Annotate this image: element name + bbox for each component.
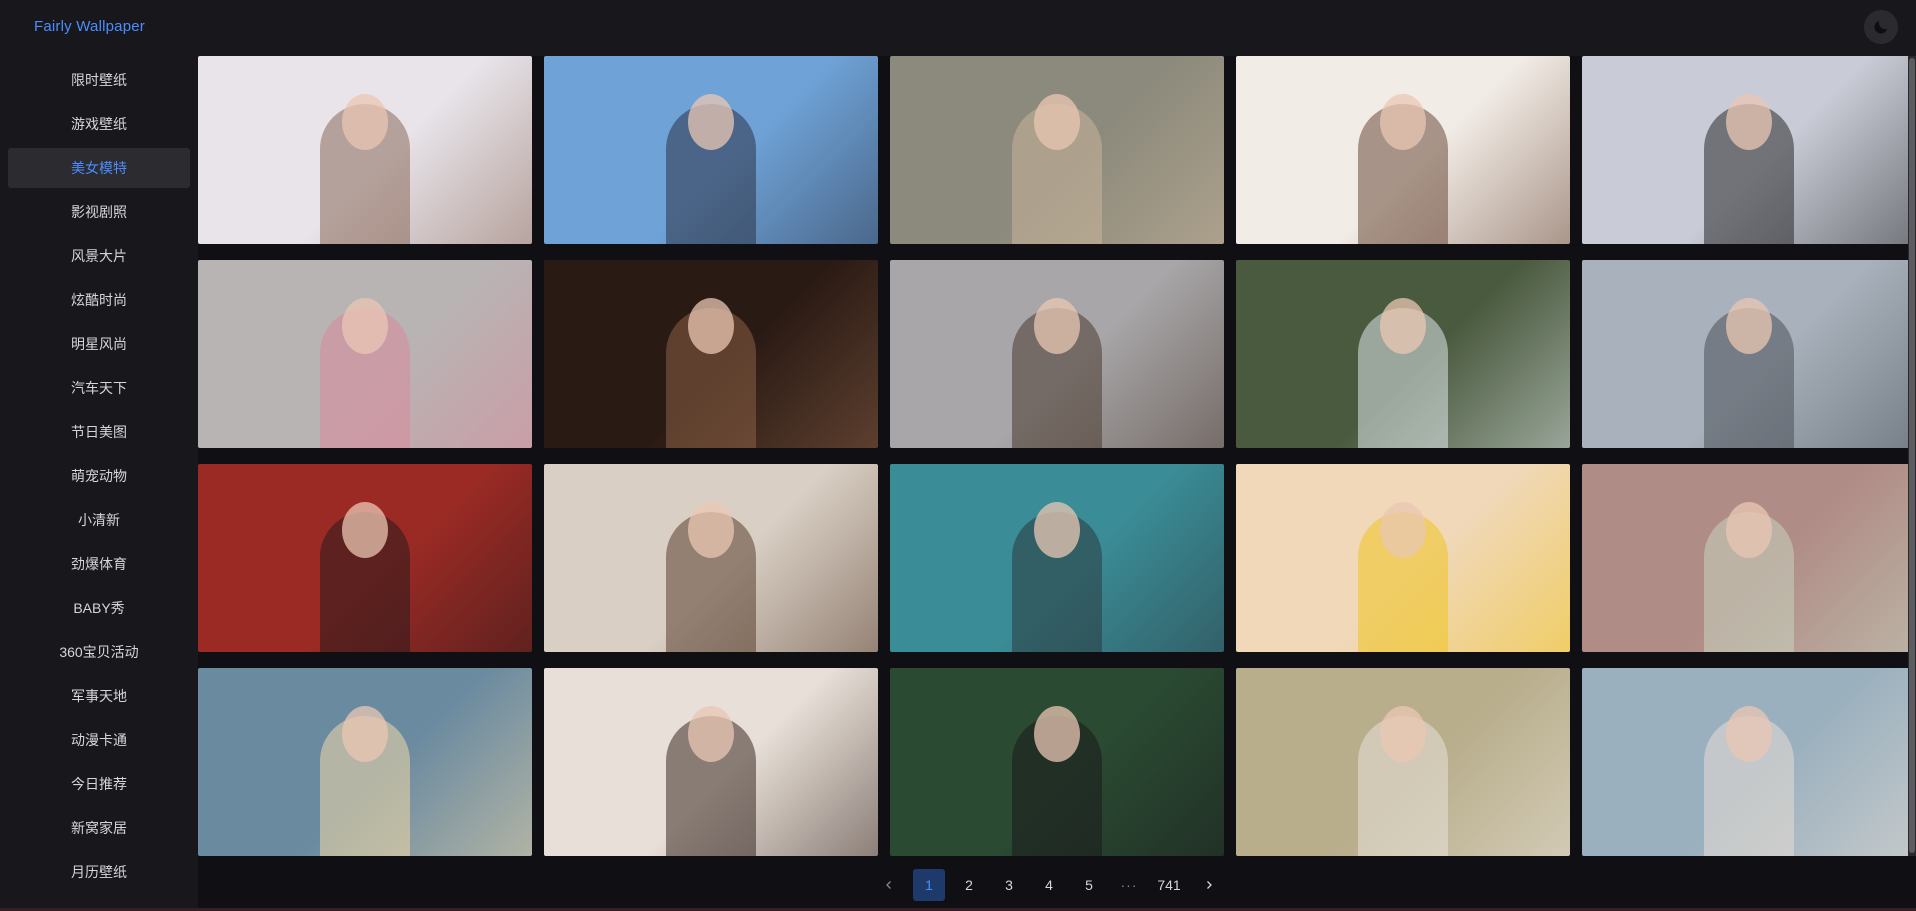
sidebar-item-label: 军事天地 xyxy=(71,688,127,704)
thumbnail-face xyxy=(1380,298,1426,354)
wallpaper-thumbnail[interactable] xyxy=(1582,464,1916,652)
sidebar-item-label: 游戏壁纸 xyxy=(71,116,127,132)
wallpaper-thumbnail[interactable] xyxy=(198,464,532,652)
thumbnail-face xyxy=(1034,298,1080,354)
sidebar-item-calendar[interactable]: 月历壁纸 xyxy=(8,852,190,892)
sidebar-item-models[interactable]: 美女模特 xyxy=(8,148,190,188)
thumbnail-face xyxy=(1726,298,1772,354)
top-header: Fairly Wallpaper xyxy=(0,0,1916,56)
thumbnail-face xyxy=(688,298,734,354)
pagination: 1 2 3 4 5 ··· 741 xyxy=(195,862,1903,908)
page-button-1[interactable]: 1 xyxy=(913,869,945,901)
sidebar-item-today-recommend[interactable]: 今日推荐 xyxy=(8,764,190,804)
thumbnail-face xyxy=(1726,706,1772,762)
thumbnail-face xyxy=(688,94,734,150)
sidebar-item-game-wallpaper[interactable]: 游戏壁纸 xyxy=(8,104,190,144)
wallpaper-thumbnail[interactable] xyxy=(1236,464,1570,652)
sidebar-item-holiday[interactable]: 节日美图 xyxy=(8,412,190,452)
sidebar-item-label: 美女模特 xyxy=(71,160,127,176)
wallpaper-thumbnail[interactable] xyxy=(1236,56,1570,244)
sidebar-item-label: 明星风尚 xyxy=(71,336,127,352)
wallpaper-thumbnail[interactable] xyxy=(1582,668,1916,856)
thumbnail-face xyxy=(1380,502,1426,558)
thumbnail-grid xyxy=(198,56,1916,856)
sidebar-item-label: 月历壁纸 xyxy=(71,864,127,880)
chevron-left-icon xyxy=(886,881,891,889)
moon-icon xyxy=(1874,21,1887,34)
wallpaper-thumbnail[interactable] xyxy=(890,56,1224,244)
page-button-last[interactable]: 741 xyxy=(1153,869,1185,901)
sidebar-item-label: 新窝家居 xyxy=(71,820,127,836)
wallpaper-thumbnail[interactable] xyxy=(198,56,532,244)
sidebar-item-label: 影视剧照 xyxy=(71,204,127,220)
next-page-button[interactable] xyxy=(1193,869,1225,901)
sidebar-item-label: 风景大片 xyxy=(71,248,127,264)
page-button-3[interactable]: 3 xyxy=(993,869,1025,901)
wallpaper-thumbnail[interactable] xyxy=(890,464,1224,652)
sidebar-item-landscape[interactable]: 风景大片 xyxy=(8,236,190,276)
thumbnail-face xyxy=(1380,94,1426,150)
sidebar-item-cars[interactable]: 汽车天下 xyxy=(8,368,190,408)
wallpaper-thumbnail[interactable] xyxy=(198,668,532,856)
wallpaper-thumbnail[interactable] xyxy=(890,260,1224,448)
wallpaper-thumbnail[interactable] xyxy=(1236,668,1570,856)
wallpaper-thumbnail[interactable] xyxy=(1582,56,1916,244)
thumbnail-face xyxy=(342,706,388,762)
prev-page-button[interactable] xyxy=(873,869,905,901)
thumbnail-face xyxy=(1726,94,1772,150)
sidebar-item-pets[interactable]: 萌宠动物 xyxy=(8,456,190,496)
thumbnail-face xyxy=(1380,706,1426,762)
thumbnail-face xyxy=(1034,502,1080,558)
category-sidebar: 限时壁纸 游戏壁纸 美女模特 影视剧照 风景大片 炫酷时尚 明星风尚 汽车天下 … xyxy=(0,56,198,911)
sidebar-item-film-stills[interactable]: 影视剧照 xyxy=(8,192,190,232)
thumbnail-face xyxy=(342,502,388,558)
thumbnail-face xyxy=(1726,502,1772,558)
sidebar-item-label: 动漫卡通 xyxy=(71,732,127,748)
thumbnail-face xyxy=(1034,94,1080,150)
sidebar-item-360-baby-event[interactable]: 360宝贝活动 xyxy=(8,632,190,672)
sidebar-item-label: 限时壁纸 xyxy=(71,72,127,88)
sidebar-item-label: 炫酷时尚 xyxy=(71,292,127,308)
sidebar-item-limited-wallpaper[interactable]: 限时壁纸 xyxy=(8,60,190,100)
sidebar-item-label: 今日推荐 xyxy=(71,776,127,792)
scrollbar-thumb[interactable] xyxy=(1909,58,1915,853)
page-ellipsis[interactable]: ··· xyxy=(1113,869,1145,901)
wallpaper-thumbnail[interactable] xyxy=(544,464,878,652)
brand-logo[interactable]: Fairly Wallpaper xyxy=(34,18,145,35)
thumbnail-face xyxy=(342,298,388,354)
wallpaper-thumbnail[interactable] xyxy=(198,260,532,448)
sidebar-item-label: 劲爆体育 xyxy=(71,556,127,572)
thumbnail-face xyxy=(688,502,734,558)
wallpaper-thumbnail[interactable] xyxy=(544,56,878,244)
thumbnail-face xyxy=(688,706,734,762)
thumbnail-face xyxy=(1034,706,1080,762)
page-button-5[interactable]: 5 xyxy=(1073,869,1105,901)
sidebar-item-cool-fashion[interactable]: 炫酷时尚 xyxy=(8,280,190,320)
sidebar-item-anime[interactable]: 动漫卡通 xyxy=(8,720,190,760)
theme-toggle-button[interactable] xyxy=(1864,10,1898,44)
sidebar-item-sports[interactable]: 劲爆体育 xyxy=(8,544,190,584)
sidebar-item-label: 节日美图 xyxy=(71,424,127,440)
wallpaper-thumbnail[interactable] xyxy=(1236,260,1570,448)
thumbnail-face xyxy=(342,94,388,150)
sidebar-item-label: 萌宠动物 xyxy=(71,468,127,484)
sidebar-item-label: 汽车天下 xyxy=(71,380,127,396)
sidebar-item-label: 360宝贝活动 xyxy=(59,644,139,660)
sidebar-item-fresh[interactable]: 小清新 xyxy=(8,500,190,540)
page-button-4[interactable]: 4 xyxy=(1033,869,1065,901)
page-button-2[interactable]: 2 xyxy=(953,869,985,901)
sidebar-item-label: 小清新 xyxy=(78,512,120,528)
sidebar-item-celebrity[interactable]: 明星风尚 xyxy=(8,324,190,364)
sidebar-item-label: BABY秀 xyxy=(73,600,125,616)
wallpaper-thumbnail[interactable] xyxy=(890,668,1224,856)
sidebar-item-military[interactable]: 军事天地 xyxy=(8,676,190,716)
sidebar-item-home-decor[interactable]: 新窝家居 xyxy=(8,808,190,848)
wallpaper-thumbnail[interactable] xyxy=(1582,260,1916,448)
wallpaper-thumbnail[interactable] xyxy=(544,260,878,448)
wallpaper-gallery: 1 2 3 4 5 ··· 741 xyxy=(198,56,1916,911)
sidebar-item-baby[interactable]: BABY秀 xyxy=(8,588,190,628)
chevron-right-icon xyxy=(1207,881,1212,889)
wallpaper-thumbnail[interactable] xyxy=(544,668,878,856)
